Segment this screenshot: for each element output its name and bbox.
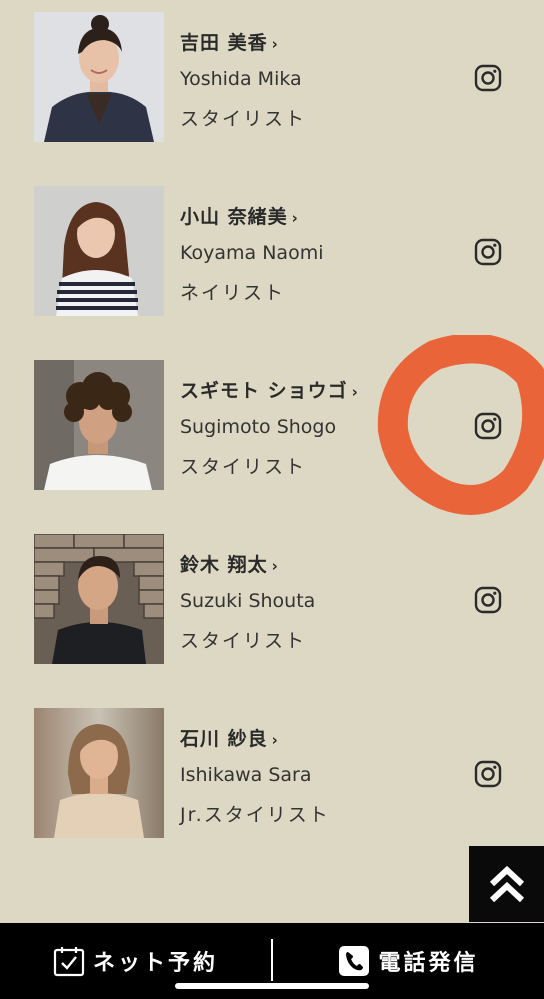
instagram-icon[interactable] [474, 412, 502, 440]
chevron-right-icon: › [351, 383, 359, 401]
calendar-check-icon [53, 947, 85, 977]
instagram-icon[interactable] [474, 238, 502, 266]
staff-name-romaji: Ishikawa Sara [180, 764, 312, 786]
instagram-icon[interactable] [474, 64, 502, 92]
chevron-right-icon: › [271, 557, 279, 575]
chevron-right-icon: › [271, 35, 279, 53]
staff-photo[interactable] [34, 360, 164, 490]
staff-name-romaji: Koyama Naomi [180, 242, 324, 264]
instagram-icon[interactable] [474, 760, 502, 788]
staff-name-link[interactable]: 吉田 美香 › [180, 28, 279, 55]
home-indicator [175, 983, 369, 989]
staff-name-link[interactable]: 石川 紗良 › [180, 724, 279, 751]
staff-role: スタイリスト [180, 108, 307, 130]
staff-name-link[interactable]: 小山 奈緒美 › [180, 202, 299, 229]
chevron-right-icon: › [291, 209, 299, 227]
staff-role: ネイリスト [180, 282, 286, 304]
staff-photo[interactable] [34, 708, 164, 838]
staff-role: Jr.スタイリスト [180, 804, 330, 826]
staff-name-romaji: Yoshida Mika [180, 68, 302, 90]
scroll-to-top-button[interactable] [469, 846, 544, 922]
staff-card: 石川 紗良 › Ishikawa Sara Jr.スタイリスト [0, 708, 544, 840]
instagram-icon[interactable] [474, 586, 502, 614]
reserve-label: ネット予約 [92, 951, 218, 976]
staff-card: スギモト ショウゴ › Sugimoto Shogo スタイリスト [0, 360, 544, 492]
staff-photo[interactable] [34, 534, 164, 664]
staff-card: 小山 奈緒美 › Koyama Naomi ネイリスト [0, 186, 544, 318]
double-chevron-up-icon [489, 865, 524, 903]
staff-role: スタイリスト [180, 630, 307, 652]
staff-name-link[interactable]: スギモト ショウゴ › [180, 376, 359, 403]
staff-name-link[interactable]: 鈴木 翔太 › [180, 550, 279, 577]
staff-card: 鈴木 翔太 › Suzuki Shouta スタイリスト [0, 534, 544, 666]
staff-photo[interactable] [34, 186, 164, 316]
staff-name-romaji: Suzuki Shouta [180, 590, 316, 612]
phone-icon [339, 946, 370, 976]
staff-name-romaji: Sugimoto Shogo [180, 416, 337, 438]
staff-card: 吉田 美香 › Yoshida Mika スタイリスト [0, 12, 544, 144]
call-label: 電話発信 [378, 951, 479, 976]
staff-photo[interactable] [34, 12, 164, 142]
staff-role: スタイリスト [180, 456, 307, 478]
bottom-action-bar: ネット予約 電話発信 [0, 923, 544, 999]
chevron-right-icon: › [271, 731, 279, 749]
